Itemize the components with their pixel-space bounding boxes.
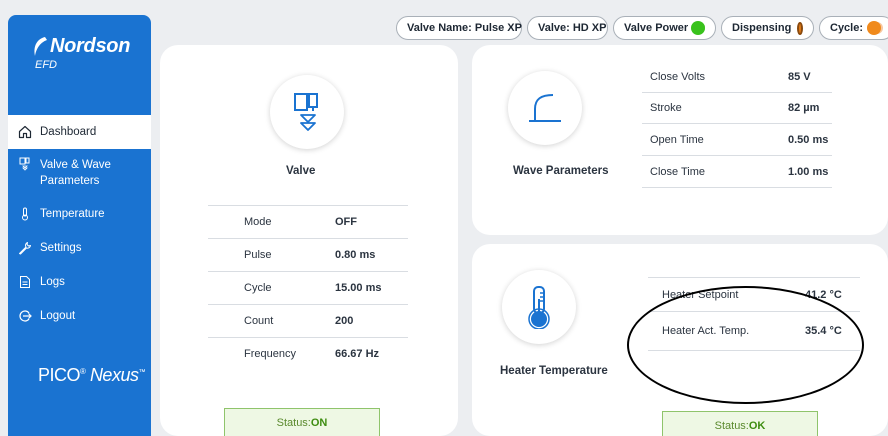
dispensing-pill: Dispensing — [721, 16, 814, 40]
row-value: 0.50 ms — [788, 133, 829, 146]
valve-model-text: Valve: HD XP — [538, 22, 607, 34]
wave-icon-circle — [508, 71, 582, 145]
brand-sub: EFD — [35, 59, 57, 71]
row-key: Open Time — [650, 133, 704, 146]
table-row: Cycle 15.00 ms — [208, 271, 408, 304]
brand-name: Nordson — [50, 35, 131, 57]
sidebar-item-label: Temperature — [40, 208, 105, 220]
valve-power-toggle[interactable] — [691, 21, 705, 35]
row-key: Close Time — [650, 165, 706, 178]
dispensing-indicator — [797, 21, 803, 35]
sidebar-item-label-line2: Parameters — [40, 175, 100, 187]
sidebar-item-label: Dashboard — [40, 126, 97, 138]
home-icon — [18, 125, 32, 139]
row-key: Pulse — [244, 249, 272, 261]
pico-nexus-logo: PICO® Nexus™ — [38, 365, 145, 385]
valve-model-pill: Valve: HD XP — [527, 16, 608, 40]
wave-curve-icon — [529, 94, 561, 122]
row-value: 41.2 °C — [805, 288, 842, 301]
valve-icon — [294, 93, 318, 131]
table-row: Open Time 0.50 ms — [642, 123, 832, 155]
table-row: Count 200 — [208, 304, 408, 337]
cycle-toggle[interactable] — [867, 21, 883, 35]
row-key: Heater Setpoint — [662, 288, 739, 301]
dispensing-label: Dispensing — [732, 22, 792, 34]
row-value: 1.00 ms — [788, 165, 829, 178]
status-value: OK — [748, 420, 766, 432]
row-value: 35.4 °C — [805, 325, 842, 337]
sidebar-item-label: Valve & Wave — [40, 159, 111, 171]
heater-status-badge: Status: OK — [662, 411, 818, 436]
heater-icon-circle — [502, 270, 576, 344]
sidebar-item-logs[interactable]: Logs — [8, 265, 151, 299]
sidebar-item-label: Logs — [40, 276, 65, 288]
table-row: Heater Act. Temp. 35.4 °C — [648, 311, 860, 351]
valve-name-pill: Valve Name: Pulse XP — [396, 16, 522, 40]
sidebar-item-valve-wave[interactable]: Valve & Wave Parameters — [8, 149, 151, 197]
valve-icon — [19, 157, 30, 171]
row-key: Mode — [244, 216, 272, 228]
valve-card-title: Valve — [286, 165, 316, 177]
table-row: Mode OFF — [208, 205, 408, 238]
sidebar-item-label: Logout — [40, 310, 76, 322]
table-row: Stroke 82 µm — [642, 92, 832, 123]
row-value: 15.00 ms — [335, 282, 382, 294]
nordson-logo: Nordson EFD — [32, 35, 130, 71]
row-value: 66.67 Hz — [335, 348, 380, 360]
heater-card-title: Heater Temperature — [500, 365, 608, 377]
cycle-label: Cycle: — [830, 22, 864, 34]
row-key: Count — [244, 315, 274, 327]
status-value: ON — [310, 417, 328, 429]
sidebar-item-settings[interactable]: Settings — [8, 231, 151, 265]
nordson-swoosh-icon — [34, 36, 47, 56]
valve-name-text: Valve Name: Pulse XP — [407, 22, 522, 34]
wave-parameters-card: Wave Parameters Close Volts 85 V Stroke … — [472, 45, 888, 235]
sidebar-nav: Dashboard Valve & Wave Parameters Tempera… — [8, 115, 151, 333]
dashboard-page: Nordson EFD Dashboard Valve & Wave Parame… — [0, 0, 888, 436]
valve-icon-circle — [270, 75, 344, 149]
thermometer-icon — [22, 207, 28, 221]
row-value: 0.80 ms — [335, 249, 376, 261]
valve-power-label: Valve Power — [624, 22, 689, 34]
status-label: Status: — [714, 420, 749, 432]
row-value: 200 — [335, 315, 354, 327]
valve-power-pill[interactable]: Valve Power — [613, 16, 716, 40]
row-value: 82 µm — [788, 102, 820, 114]
table-row: Frequency 66.67 Hz — [208, 337, 408, 370]
sidebar-item-dashboard[interactable]: Dashboard — [8, 115, 151, 149]
valve-card: Valve Mode OFF Pulse 0.80 ms Cycle 15.00… — [160, 45, 458, 436]
cycle-pill[interactable]: Cycle: — [819, 16, 888, 40]
wave-card-title: Wave Parameters — [513, 165, 609, 177]
row-value: 85 V — [788, 70, 811, 83]
sidebar-item-logout[interactable]: Logout — [8, 299, 151, 333]
row-key: Cycle — [244, 282, 272, 294]
row-key: Frequency — [244, 348, 296, 360]
table-row: Close Time 1.00 ms — [642, 155, 832, 188]
status-label: Status: — [276, 417, 311, 429]
row-key: Close Volts — [650, 70, 706, 83]
document-icon — [20, 276, 30, 288]
heater-card: Heater Temperature Heater Setpoint 41.2 … — [472, 244, 888, 436]
valve-status-badge: Status: ON — [224, 408, 380, 436]
thermometer-icon — [528, 286, 550, 329]
wrench-icon — [19, 242, 31, 255]
sidebar-item-label: Settings — [40, 242, 82, 254]
sidebar: Nordson EFD Dashboard Valve & Wave Parame… — [8, 15, 151, 436]
table-row: Pulse 0.80 ms — [208, 238, 408, 271]
table-row: Heater Setpoint 41.2 °C — [648, 277, 860, 311]
table-row: Close Volts 85 V — [642, 61, 832, 92]
row-value: OFF — [335, 216, 357, 228]
sidebar-item-temperature[interactable]: Temperature — [8, 197, 151, 231]
row-key: Heater Act. Temp. — [662, 325, 750, 337]
logout-icon — [19, 310, 32, 322]
row-key: Stroke — [650, 102, 682, 114]
